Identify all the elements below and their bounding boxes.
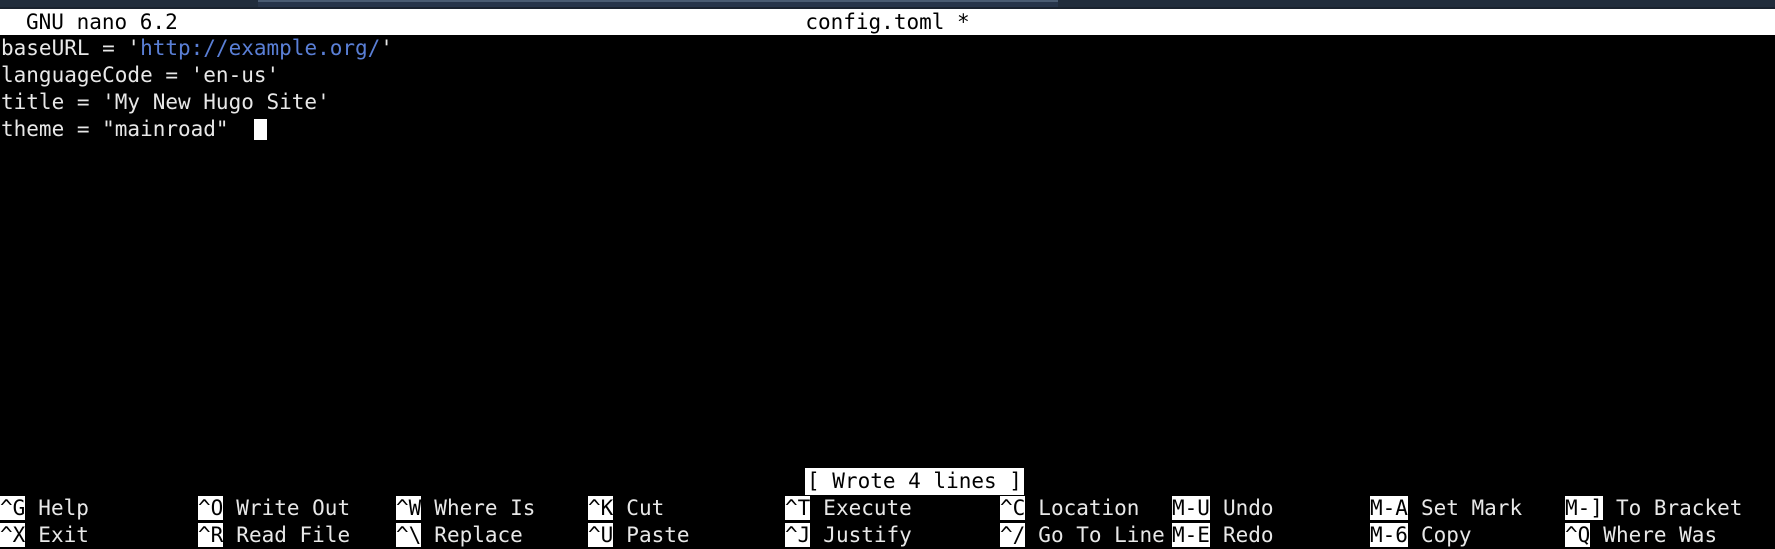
shortcut-key: M-A [1370,496,1408,520]
shortcut-key: M-6 [1370,523,1408,547]
shortcut-copy[interactable]: M-6 Copy [1370,522,1472,549]
editor-line[interactable]: languageCode = 'en-us' [0,62,1775,89]
shortcut-key: ^T [785,496,811,520]
editor-line-text: title = 'My New Hugo Site' [1,90,330,114]
shortcut-key: ^C [1000,496,1026,520]
shortcut-to-bracket[interactable]: M-] To Bracket [1565,495,1743,522]
shortcut-exit[interactable]: ^X Exit [0,522,89,549]
nano-filename-label: config.toml * [805,10,970,34]
shortcut-label: Copy [1407,523,1472,547]
shortcut-key: M-E [1172,523,1210,547]
shortcut-help[interactable]: ^G Help [0,495,89,522]
shortcut-replace[interactable]: ^\ Replace [396,522,523,549]
shortcut-label: Help [25,496,89,520]
editor-line-text-suffix: ' [380,36,393,60]
shortcut-where-was[interactable]: ^Q Where Was [1565,522,1718,549]
shortcut-help-bars: ^G Help ^O Write Out ^W Where Is ^K Cut ^T Execut… [0,495,1775,548]
shortcut-label: Cut [613,496,665,520]
shortcut-row-1: ^G Help ^O Write Out ^W Where Is ^K Cut ^T Execut… [0,495,1775,522]
shortcut-execute[interactable]: ^T Execute [785,495,912,522]
shortcut-label: Execute [810,496,912,520]
editor-line[interactable]: theme = "mainroad" [0,116,1775,143]
shortcut-key: ^O [198,496,224,520]
shortcut-set-mark[interactable]: M-A Set Mark [1370,495,1523,522]
shortcut-key: ^/ [1000,523,1026,547]
shortcut-key: ^U [588,523,614,547]
shortcut-key: ^K [588,496,614,520]
status-message: [ Wrote 4 lines ] [805,468,1024,495]
text-cursor [253,119,267,140]
shortcut-key: ^R [198,523,224,547]
shortcut-key: ^Q [1565,523,1591,547]
shortcut-cut[interactable]: ^K Cut [588,495,665,522]
terminal-screen: GNU nano 6.2 config.toml * baseURL = 'ht… [0,0,1775,548]
editor-cursor-gap [229,117,254,141]
shortcut-key: ^J [785,523,811,547]
shortcut-label: Where Is [421,496,536,520]
shortcut-read-file[interactable]: ^R Read File [198,522,351,549]
nano-title-bar: GNU nano 6.2 config.toml * [0,9,1775,35]
editor-line-text: languageCode = 'en-us' [1,63,280,87]
shortcut-label: Undo [1209,496,1274,520]
shortcut-label: Write Out [223,496,351,520]
editor-line-text: theme = "mainroad" [1,117,229,141]
shortcut-label: Read File [223,523,351,547]
shortcut-key: ^X [0,523,26,547]
shortcut-key: M-] [1565,496,1603,520]
shortcut-label: Go To Line [1025,523,1165,547]
editor-line[interactable]: baseURL = 'http://example.org/' [0,35,1775,62]
editor-line-text: baseURL = ' [1,36,141,60]
shortcut-go-to-line[interactable]: ^/Go To Line [1000,522,1165,549]
shortcut-row-2: ^X Exit ^R Read File ^\ Replace ^U Paste ^J Justi… [0,522,1775,549]
shortcut-undo[interactable]: M-U Undo [1172,495,1274,522]
shortcut-justify[interactable]: ^J Justify [785,522,912,549]
editor-line[interactable]: title = 'My New Hugo Site' [0,89,1775,116]
shortcut-label: Paste [613,523,690,547]
shortcut-where-is[interactable]: ^W Where Is [396,495,536,522]
shortcut-key: M-U [1172,496,1210,520]
shortcut-label: Set Mark [1407,496,1523,520]
shortcut-location[interactable]: ^C Location [1000,495,1140,522]
shortcut-label: To Bracket [1602,496,1743,520]
editor-text-area[interactable]: baseURL = 'http://example.org/' languageC… [0,35,1775,460]
editor-url-token: http://example.org/ [140,36,381,60]
shortcut-paste[interactable]: ^U Paste [588,522,690,549]
shortcut-label: Exit [25,523,89,547]
shortcut-key: ^\ [396,523,422,547]
shortcut-label: Replace [421,523,523,547]
shortcut-label: Location [1025,496,1140,520]
shortcut-label: Where Was [1590,523,1718,547]
shortcut-label: Redo [1209,523,1274,547]
shortcut-write-out[interactable]: ^O Write Out [198,495,351,522]
shortcut-redo[interactable]: M-E Redo [1172,522,1274,549]
shortcut-label: Justify [810,523,912,547]
shortcut-key: ^G [0,496,26,520]
shortcut-key: ^W [396,496,422,520]
